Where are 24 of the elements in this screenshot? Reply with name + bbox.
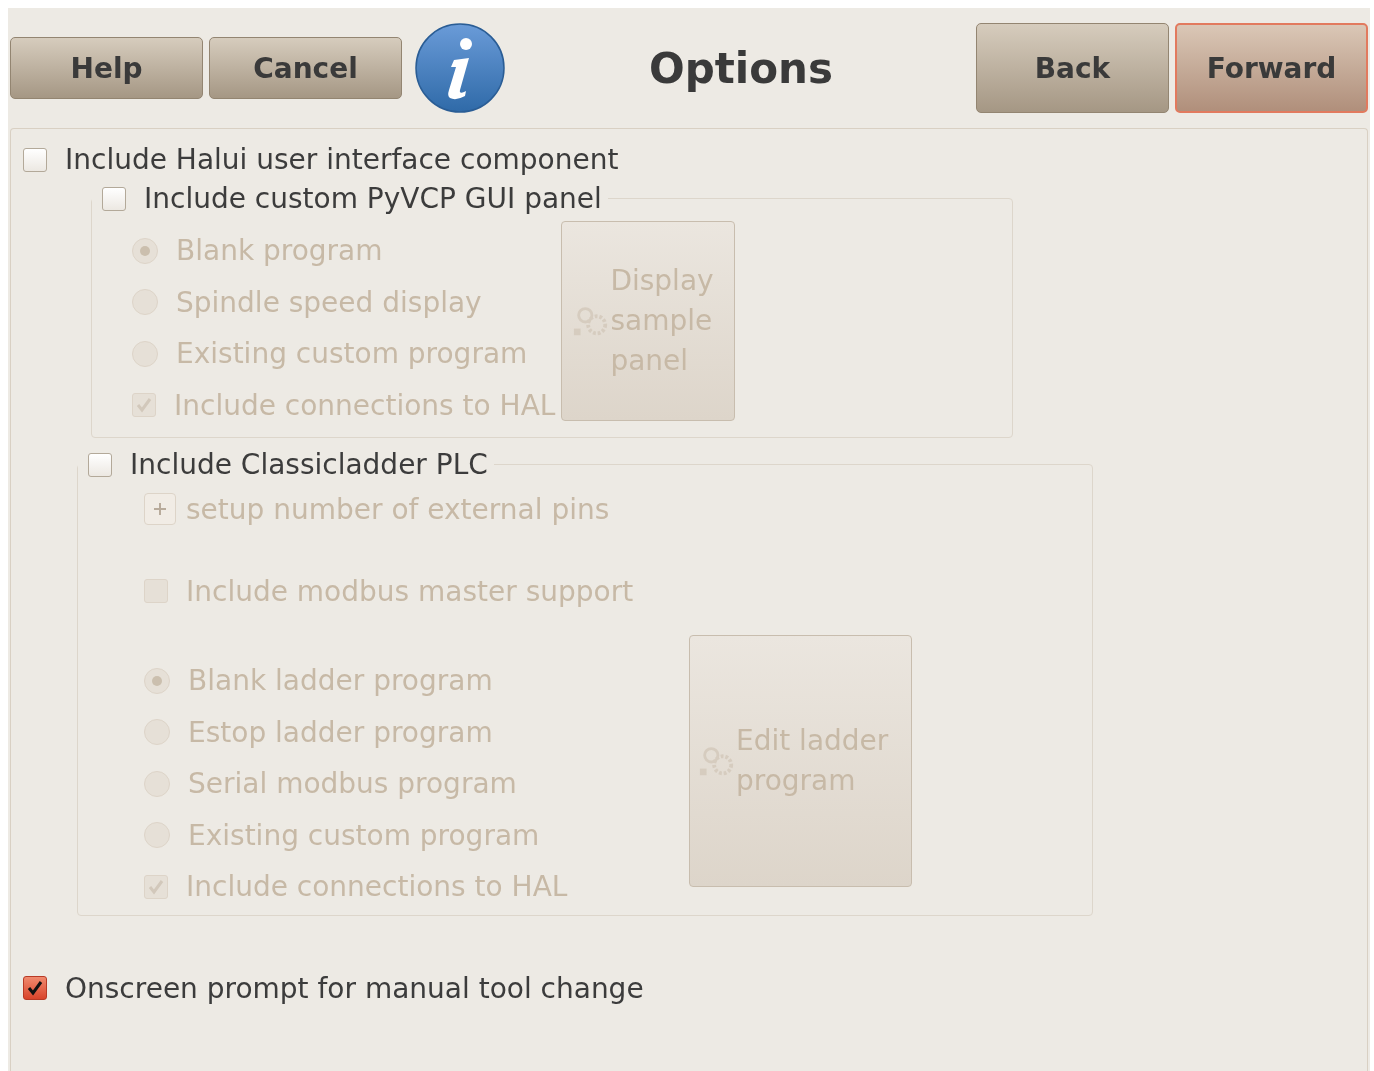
radio-label: Blank program bbox=[176, 234, 383, 268]
checkbox-label: Include connections to HAL bbox=[174, 388, 556, 422]
checkbox-label: Include modbus master support bbox=[186, 574, 634, 608]
header-button[interactable]: Cancel bbox=[209, 37, 402, 99]
checkbox-label: Include connections to HAL bbox=[186, 870, 568, 904]
radio-label: Blank ladder program bbox=[188, 664, 493, 698]
radio-label: Serial modbus program bbox=[188, 767, 517, 801]
expander-label: setup number of external pins bbox=[186, 492, 610, 526]
checkbox-label: Include Halui user interface component bbox=[65, 143, 619, 176]
radio-label: Existing custom program bbox=[188, 818, 540, 852]
nav-button[interactable]: Back bbox=[976, 23, 1169, 113]
radio-label: Spindle speed display bbox=[176, 285, 482, 319]
checkbox[interactable] bbox=[23, 147, 47, 172]
checkbox[interactable] bbox=[23, 976, 47, 1000]
check-icon bbox=[25, 978, 45, 998]
radio-label: Estop ladder program bbox=[188, 715, 493, 749]
checkbox-label: Include custom PyVCP GUI panel bbox=[144, 182, 602, 215]
info-icon bbox=[414, 22, 506, 114]
checkbox-label: Onscreen prompt for manual tool change bbox=[65, 971, 644, 1005]
checkbox-label: Include Classicladder PLC bbox=[130, 448, 488, 481]
nav-button[interactable]: Forward bbox=[1175, 23, 1368, 113]
page-title: Options bbox=[648, 43, 834, 93]
header-button[interactable]: Help bbox=[10, 37, 203, 99]
radio-label: Existing custom program bbox=[176, 337, 528, 371]
